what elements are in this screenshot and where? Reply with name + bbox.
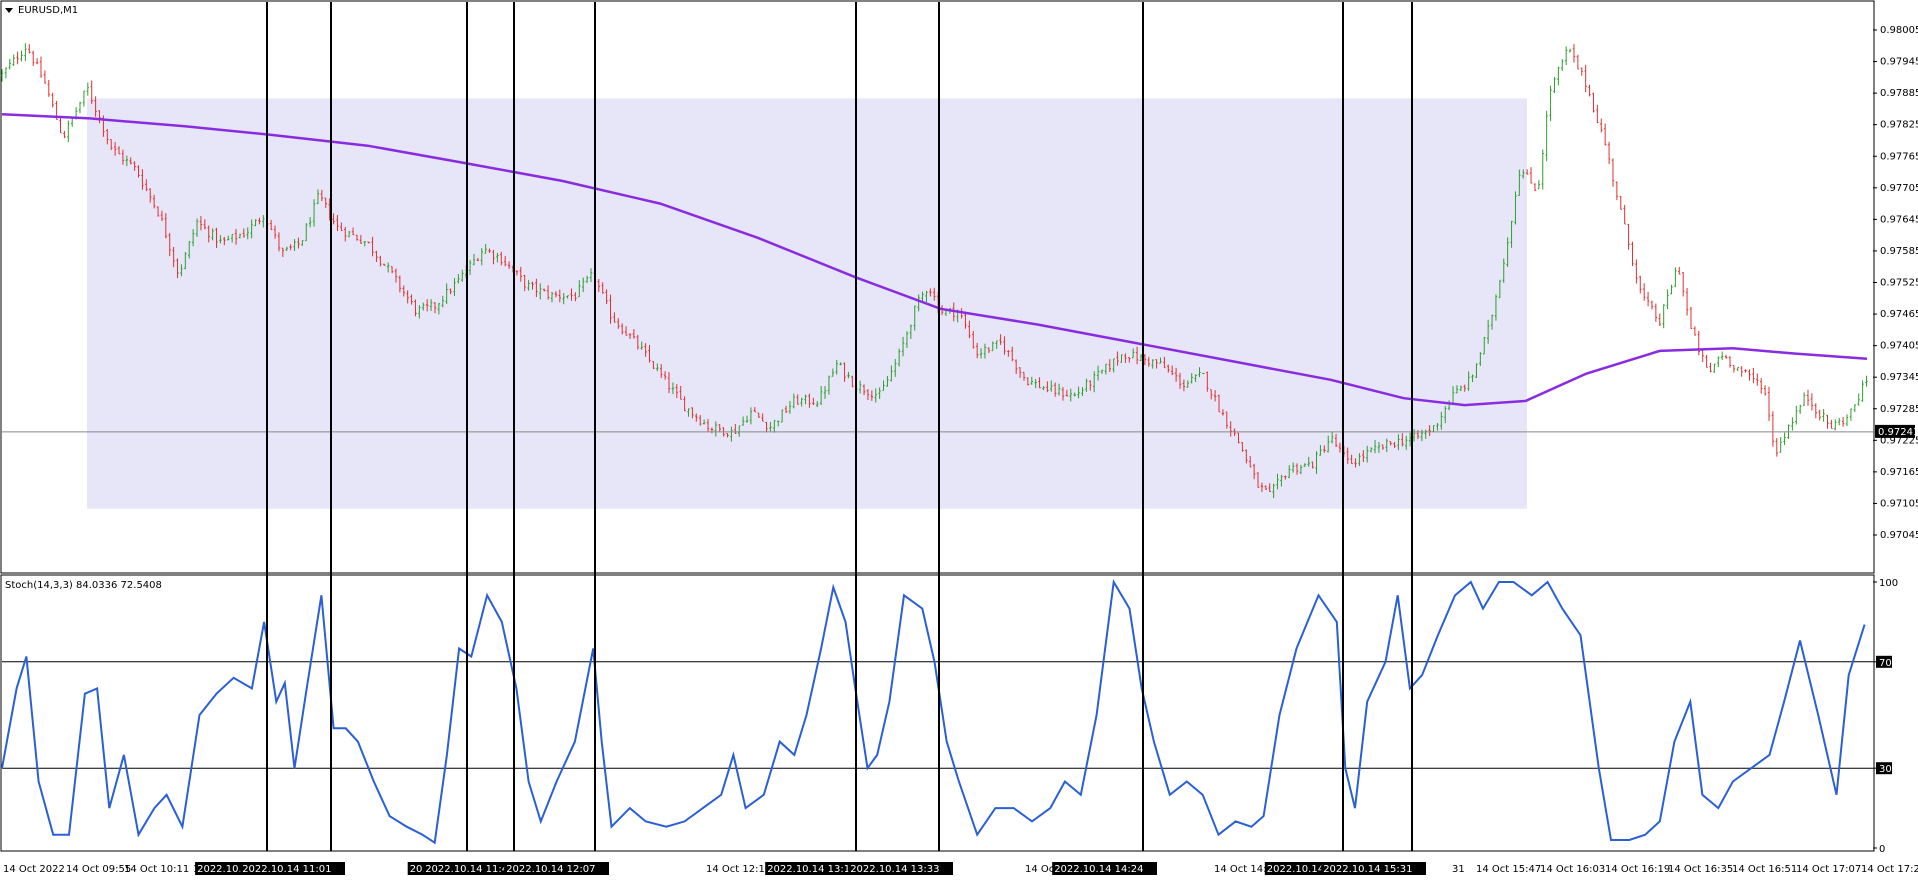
time-tick-label: 14 Oct 15:47 — [1476, 864, 1541, 875]
price-tick-label: 0.97405 — [1880, 341, 1918, 352]
chart-window[interactable]: EURUSD,M1 0.98005 0.97945 0.97885 0.97825 0.… — [0, 0, 1918, 880]
price-tick-label: 0.97345 — [1880, 372, 1918, 383]
current-price-tag-text: 0.97241 — [1878, 427, 1918, 438]
stoch-tick-label: 70 — [1879, 658, 1892, 669]
price-tick-label: 0.97765 — [1880, 151, 1918, 162]
symbol-label: EURUSD,M1 — [18, 5, 78, 16]
price-tick-label: 0.98005 — [1880, 25, 1918, 36]
time-tick-label: 14 Oct 10:11 — [124, 864, 189, 875]
time-tick-label: 31 — [1452, 864, 1465, 875]
price-tick-label: 0.97885 — [1880, 88, 1918, 99]
vertical-line-tag: 2022.10.14 11:01 — [240, 862, 345, 875]
price-tick-label: 0.97165 — [1880, 467, 1918, 478]
vertical-line-tag-text: 2022.10.14 13:12 — [767, 864, 856, 875]
stoch-tick-label: 0 — [1879, 844, 1885, 855]
vertical-line-tag-text: 2022.10.14 12:07 — [506, 864, 595, 875]
time-tick-label: 14 Oct 17:07 — [1796, 864, 1861, 875]
vertical-line-tag-text: 2022.10.14 11:01 — [242, 864, 331, 875]
stoch-tick-label: 30 — [1879, 764, 1892, 775]
time-tick-label: 14 Oct 16:03 — [1540, 864, 1605, 875]
time-tick-label: 14 Oct 17:23 — [1861, 864, 1918, 875]
vertical-line-tag-text: 2022.10.14 13:33 — [850, 864, 939, 875]
vertical-line-tag-text: 2022.10.14 11:47 — [425, 864, 514, 875]
vertical-line-tag: 2022.10.14 14:24 — [1052, 862, 1157, 875]
price-tick-label: 0.97045 — [1880, 530, 1918, 541]
price-tick-label: 0.97105 — [1880, 498, 1918, 509]
time-tick-label: 14 Oct 2022 — [3, 864, 65, 875]
price-tick-label: 0.97645 — [1880, 214, 1918, 225]
vertical-line-tag: 2022.10.14 12:07 — [504, 862, 609, 875]
time-tick-label: 14 Oct 16:19 — [1605, 864, 1670, 875]
price-tick-label: 0.97945 — [1880, 57, 1918, 68]
time-tick-label: 14 Oct 16:35 — [1668, 864, 1733, 875]
time-tick-label: 14 Oct 09:55 — [66, 864, 131, 875]
vertical-line-tag: 2022.10.14 15:31 — [1321, 862, 1426, 875]
vertical-line-tag-text: 2022.10.14 14:24 — [1054, 864, 1143, 875]
price-tick-label: 0.97525 — [1880, 278, 1918, 289]
stoch-tick-label: 100 — [1879, 578, 1898, 589]
stochastic-label: Stoch(14,3,3) 84.0336 72.5408 — [5, 580, 162, 591]
chart-canvas[interactable]: EURUSD,M1 0.98005 0.97945 0.97885 0.97825 0.… — [0, 0, 1918, 880]
time-tick-label: 14 Oct 16:51 — [1732, 864, 1797, 875]
time-tick-label: 14 Oct 12:19 — [706, 864, 771, 875]
vertical-line-tag-text: 2022.10.14 15:31 — [1323, 864, 1412, 875]
candle-308 — [1202, 372, 1205, 375]
price-tick-label: 0.97465 — [1880, 309, 1918, 320]
price-tick-label: 0.97705 — [1880, 183, 1918, 194]
shaded-region-rect — [87, 98, 1527, 509]
current-price-tag: 0.97241 — [1875, 424, 1918, 438]
price-tick-label: 0.97285 — [1880, 404, 1918, 415]
vertical-line-tag: 2022.10.14 13:33 — [848, 862, 953, 875]
price-tick-label: 0.97585 — [1880, 246, 1918, 257]
price-tick-label: 0.97825 — [1880, 120, 1918, 131]
